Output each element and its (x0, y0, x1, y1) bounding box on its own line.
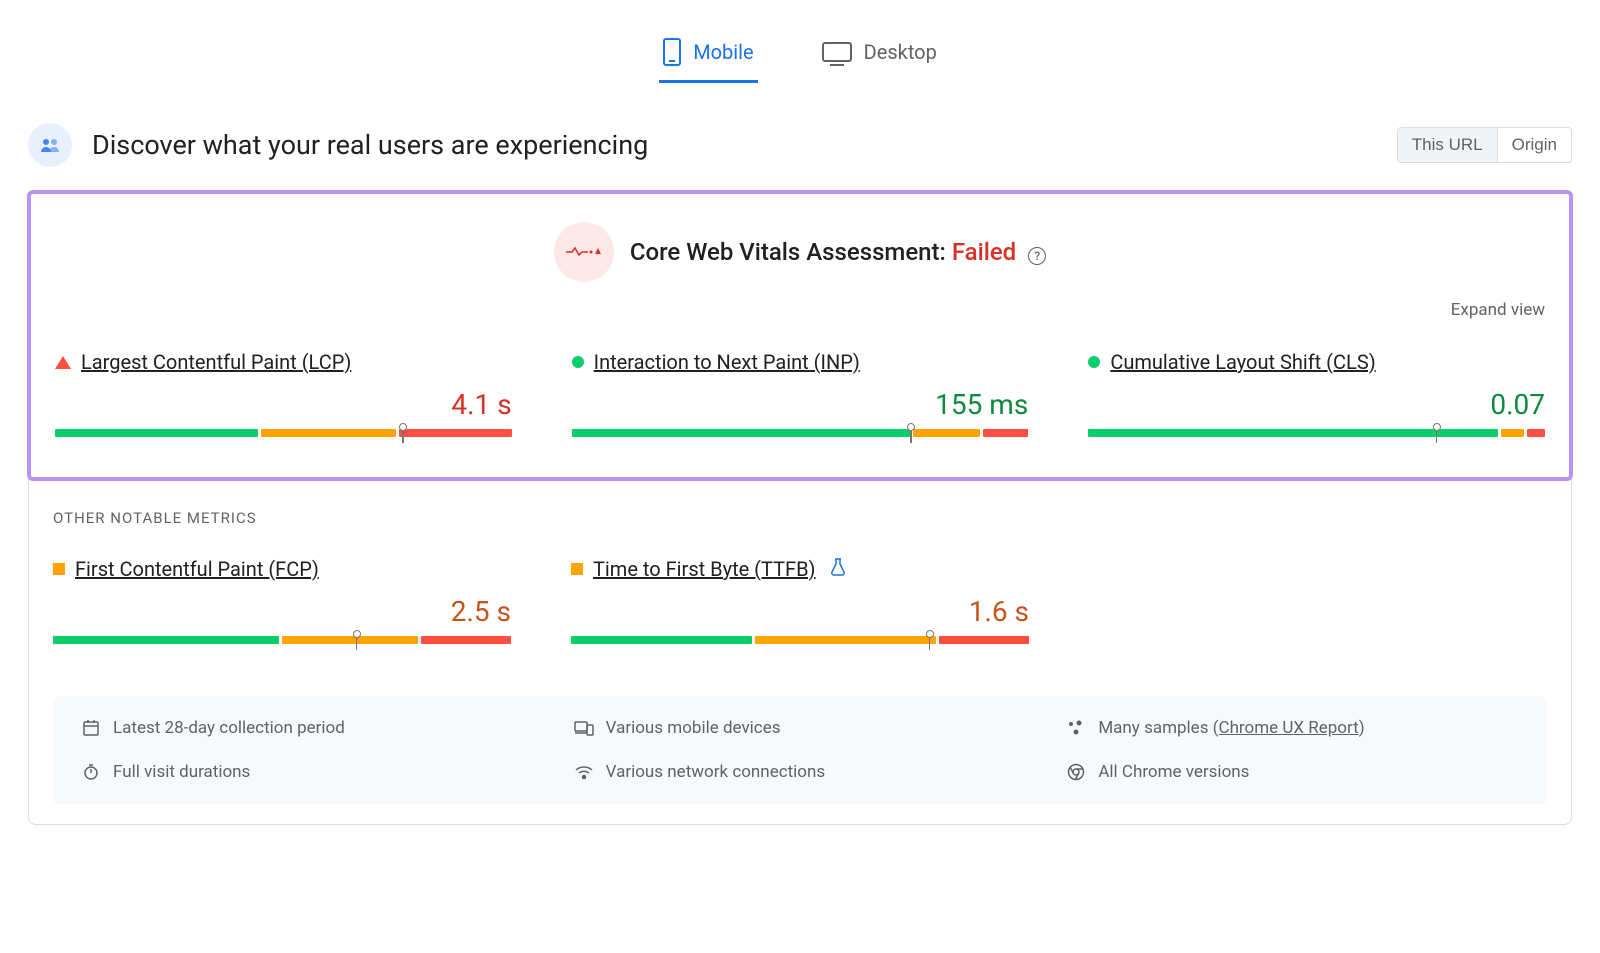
metric-ttfb: Time to First Byte (TTFB) 1.6 s (571, 557, 1029, 644)
info-period: Latest 28-day collection period (81, 718, 534, 738)
flask-icon (830, 558, 846, 581)
chrome-ux-report-link[interactable]: Chrome UX Report (1219, 718, 1359, 738)
metric-ttfb-value: 1.6 s (571, 595, 1029, 628)
info-box: Latest 28-day collection period Various … (53, 696, 1547, 804)
cwv-status: Failed (952, 238, 1016, 266)
info-durations: Full visit durations (81, 762, 534, 782)
wifi-icon (574, 762, 594, 782)
metric-inp-bar (572, 429, 1029, 437)
circle-green-icon (572, 356, 584, 368)
metric-fcp-value: 2.5 s (53, 595, 511, 628)
metric-cls-value: 0.07 (1088, 388, 1545, 421)
info-network: Various network connections (574, 762, 1027, 782)
cwv-title: Core Web Vitals Assessment: Failed ? (630, 238, 1046, 266)
tab-desktop-label: Desktop (864, 40, 937, 64)
device-tabs: Mobile Desktop (28, 10, 1572, 93)
circle-green-icon (1088, 356, 1100, 368)
stopwatch-icon (81, 762, 101, 782)
header-row: Discover what your real users are experi… (28, 123, 1572, 167)
square-orange-icon (571, 563, 583, 575)
square-orange-icon (53, 563, 65, 575)
page-title: Discover what your real users are experi… (92, 129, 648, 161)
tab-desktop[interactable]: Desktop (818, 30, 941, 83)
metric-inp-value: 155 ms (572, 388, 1029, 421)
metric-lcp-name[interactable]: Largest Contentful Paint (LCP) (81, 350, 351, 374)
cwv-assessment-box: Core Web Vitals Assessment: Failed ? Exp… (27, 190, 1573, 481)
cwv-status-icon (554, 222, 614, 282)
toggle-origin[interactable]: Origin (1498, 128, 1571, 162)
metric-fcp-bar (53, 636, 511, 644)
devices-icon (574, 718, 594, 738)
chrome-icon (1066, 762, 1086, 782)
metric-ttfb-name[interactable]: Time to First Byte (TTFB) (593, 557, 816, 581)
metric-inp: Interaction to Next Paint (INP) 155 ms (572, 350, 1029, 437)
other-metrics-label: OTHER NOTABLE METRICS (53, 509, 1571, 527)
core-metrics-grid: Largest Contentful Paint (LCP) 4.1 s Int… (55, 350, 1545, 437)
metric-fcp: First Contentful Paint (FCP) 2.5 s (53, 557, 511, 644)
desktop-icon (822, 42, 852, 62)
triangle-red-icon (55, 356, 71, 369)
info-devices: Various mobile devices (574, 718, 1027, 738)
toggle-this-url[interactable]: This URL (1398, 128, 1498, 162)
info-samples: Many samples (Chrome UX Report) (1066, 718, 1519, 738)
metric-lcp-bar (55, 429, 512, 437)
mobile-icon (663, 38, 681, 66)
cwv-title-prefix: Core Web Vitals Assessment: (630, 238, 952, 266)
other-metrics-grid: First Contentful Paint (FCP) 2.5 s Time … (53, 557, 1547, 644)
metric-cls-bar (1088, 429, 1545, 437)
metric-cls-name[interactable]: Cumulative Layout Shift (CLS) (1110, 350, 1375, 374)
metric-ttfb-bar (571, 636, 1029, 644)
calendar-icon (81, 718, 101, 738)
tab-mobile-label: Mobile (693, 40, 753, 64)
metric-lcp: Largest Contentful Paint (LCP) 4.1 s (55, 350, 512, 437)
tab-mobile[interactable]: Mobile (659, 30, 757, 83)
users-icon (28, 123, 72, 167)
expand-view-link[interactable]: Expand view (55, 300, 1545, 320)
metric-fcp-name[interactable]: First Contentful Paint (FCP) (75, 557, 319, 581)
metric-lcp-value: 4.1 s (55, 388, 512, 421)
scatter-icon (1066, 718, 1086, 738)
metric-cls: Cumulative Layout Shift (CLS) 0.07 (1088, 350, 1545, 437)
metric-inp-name[interactable]: Interaction to Next Paint (INP) (594, 350, 860, 374)
main-card: Core Web Vitals Assessment: Failed ? Exp… (28, 191, 1572, 825)
info-chrome: All Chrome versions (1066, 762, 1519, 782)
help-icon[interactable]: ? (1028, 247, 1046, 265)
scope-toggle: This URL Origin (1397, 127, 1572, 163)
